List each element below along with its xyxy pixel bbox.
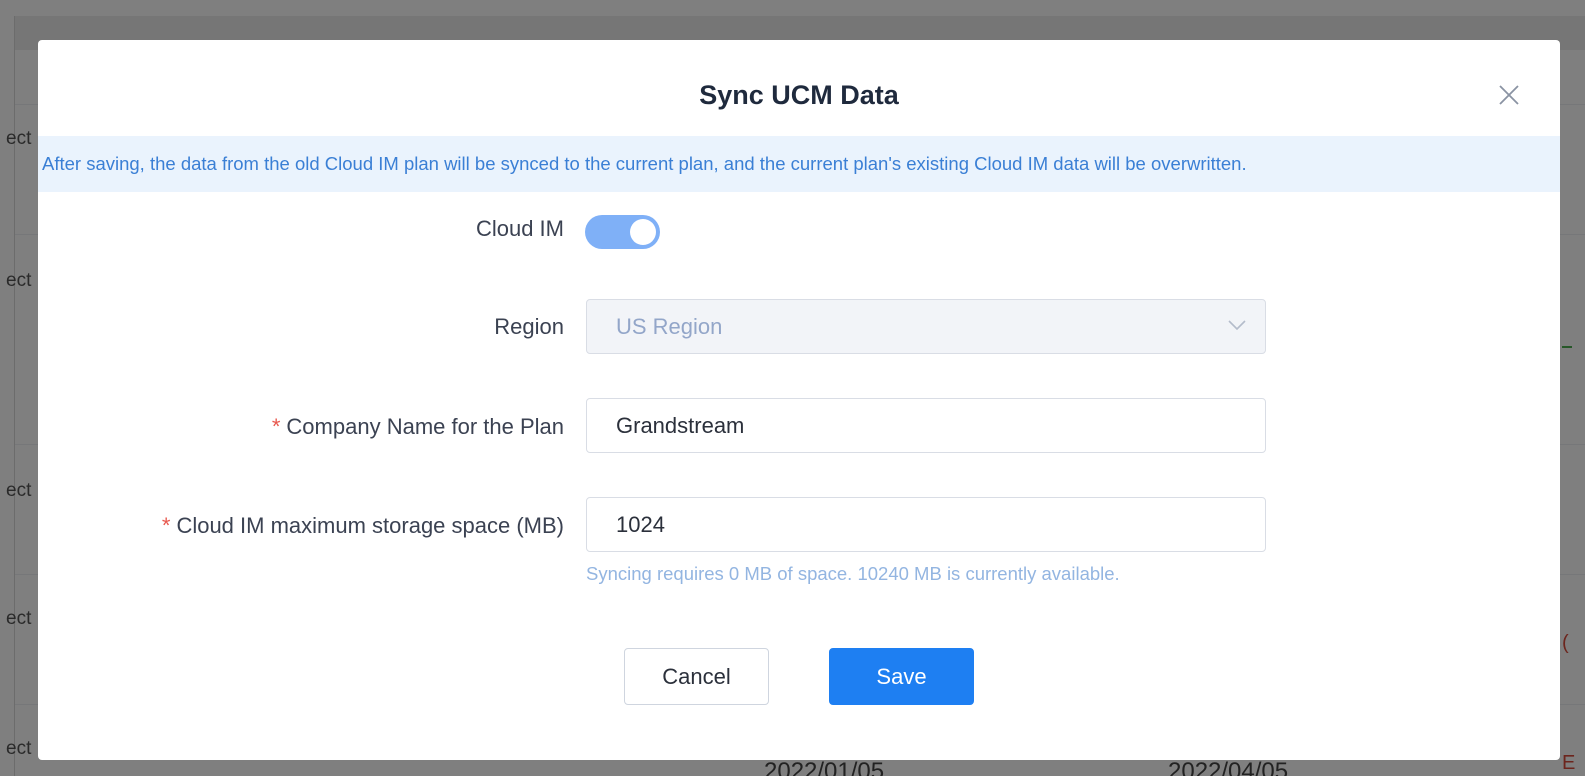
required-marker: * [161, 513, 171, 538]
region-value: US Region [616, 314, 723, 339]
company-name-label: * Company Name for the Plan [271, 414, 564, 439]
dialog-title: Sync UCM Data [699, 80, 899, 110]
cloud-im-label: Cloud IM [475, 216, 564, 241]
company-name-field[interactable] [586, 398, 1266, 453]
company-name-input[interactable] [587, 399, 1216, 452]
sync-ucm-dialog: Sync UCM Data After saving, the data fro… [38, 40, 1560, 760]
close-icon[interactable] [1496, 82, 1522, 108]
storage-field[interactable] [586, 497, 1266, 552]
storage-input[interactable] [587, 498, 1216, 551]
cancel-button[interactable]: Cancel [624, 648, 769, 705]
storage-label: * Cloud IM maximum storage space (MB) [161, 513, 564, 538]
required-marker: * [271, 414, 281, 439]
cloud-im-toggle[interactable] [585, 215, 660, 249]
storage-hint: Syncing requires 0 MB of space. 10240 MB… [586, 563, 1120, 584]
toggle-knob [630, 219, 656, 245]
info-banner: After saving, the data from the old Clou… [38, 136, 1560, 192]
save-button[interactable]: Save [829, 648, 974, 705]
region-label: Region [494, 314, 564, 339]
region-select[interactable]: US Region [586, 299, 1266, 354]
chevron-down-icon [1228, 320, 1246, 331]
